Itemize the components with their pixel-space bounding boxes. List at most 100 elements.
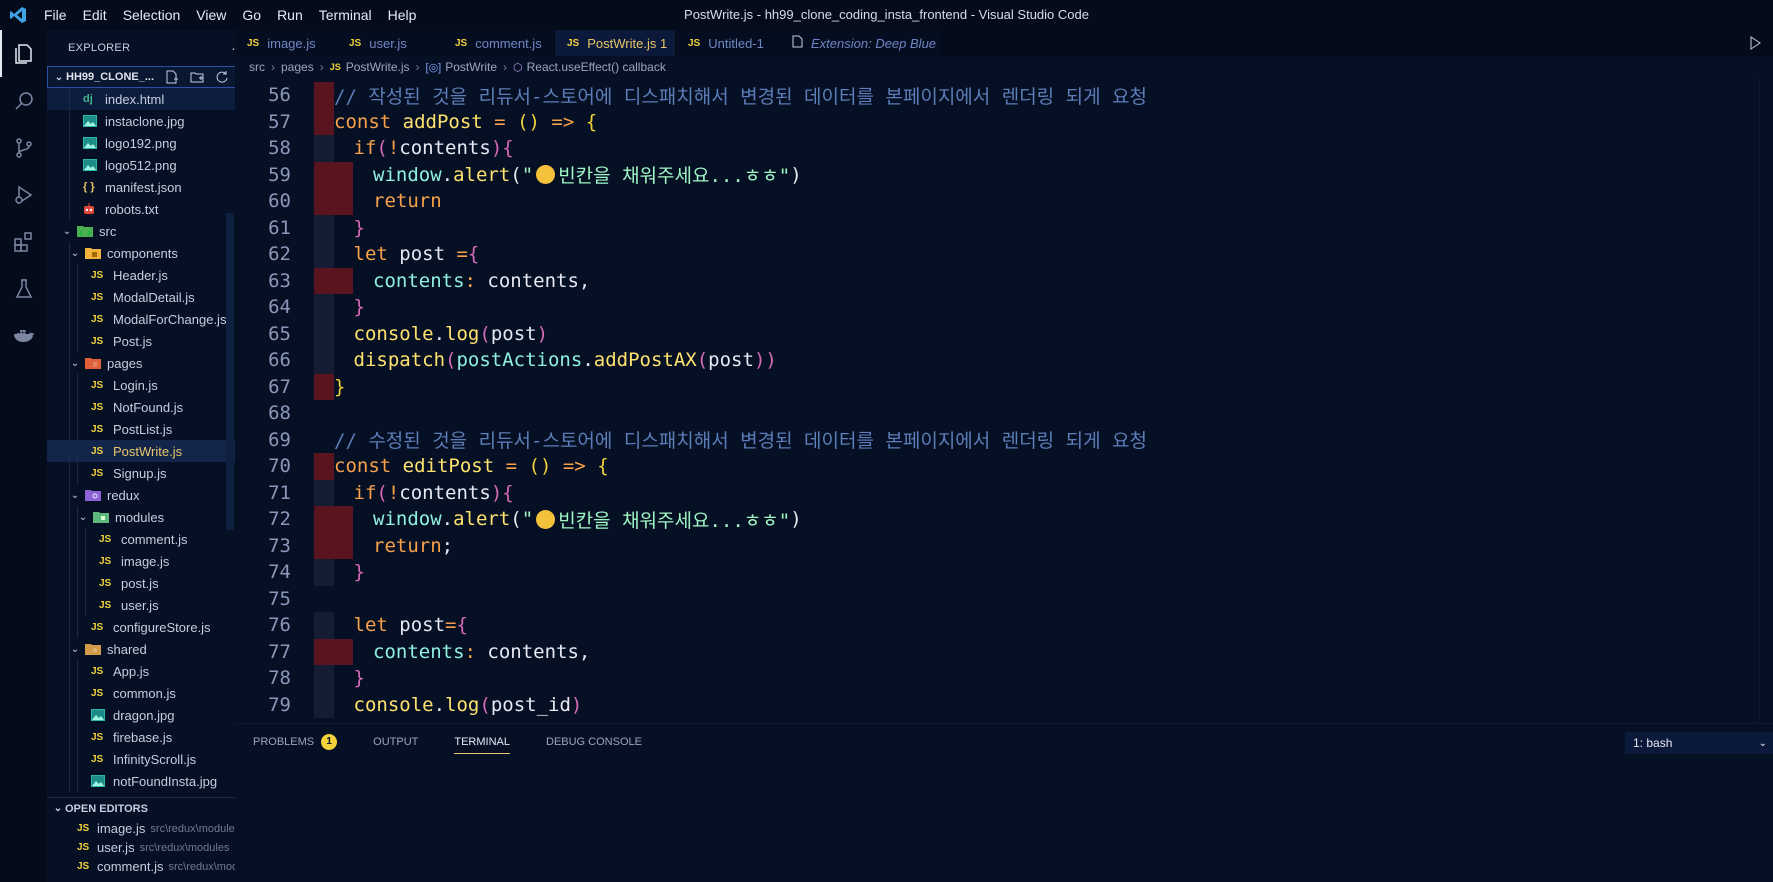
code-text: return [373,188,442,215]
tree-file-app-js[interactable]: JS App.js [47,660,264,682]
tab-image-js[interactable]: JS image.js [235,30,337,56]
tree-file-infinityscroll-js[interactable]: JS InfinityScroll.js [47,748,264,770]
js-file-icon: JS [91,269,104,281]
breadcrumb-callback[interactable]: React.useEffect() callback [527,60,666,74]
js-file-icon: JS [91,621,104,633]
js-file-icon: JS [77,842,90,853]
code-text: if(! contents){ [354,480,514,507]
code-text: console. log(post_id) [354,692,583,719]
docker-icon[interactable] [0,312,47,359]
tab-output[interactable]: OUTPUT [355,724,436,760]
explorer-icon[interactable] [0,30,47,77]
tree-file-notfoundinsta-jpg[interactable]: notFoundInsta.jpg [47,770,264,792]
code-token: const [334,110,403,133]
terminal-body[interactable] [235,759,1773,882]
code-line: 78} [235,665,1745,692]
tree-file-dragon-jpg[interactable]: dragon.jpg [47,704,264,726]
search-icon[interactable] [0,77,47,124]
problems-count-badge: 1 [321,733,338,750]
js-file-icon: JS [99,599,112,611]
open-editors-header[interactable]: ⌄ OPEN EDITORS [47,797,264,819]
code-line: 76 let post ={ [235,612,1745,639]
menu-file[interactable]: File [36,0,75,30]
code-token: editPost [402,455,495,478]
tree-file-firebase-js[interactable]: JS firebase.js [47,726,264,748]
code-text: let post ={ [354,241,480,268]
breadcrumb-symbol[interactable]: PostWrite [445,60,497,74]
open-editor-item[interactable]: JS image.js src\redux\modules [47,819,264,838]
code-text: } [334,374,345,401]
code-token: = [505,455,518,478]
tree-file-comment-js[interactable]: JS comment.js [47,528,264,550]
tree-file-logo192-png[interactable]: logo192.png [47,132,264,154]
tree-file-user-js[interactable]: JS user.js [47,594,264,616]
tree-file-configurestore-js[interactable]: JS configureStore.js [47,616,264,638]
code-token: : [464,269,476,292]
breadcrumb-pages[interactable]: pages [281,60,314,74]
code-token: return [373,190,442,213]
tree-folder-shared[interactable]: ⌄ shared [47,638,264,660]
open-editors-title: OPEN EDITORS [65,802,148,815]
indent-guide [333,506,353,533]
code-token: if [353,481,377,504]
breadcrumb-src[interactable]: src [249,60,265,74]
code-token: => [562,455,586,478]
tab-untitled-1[interactable]: JS Untitled-1 [676,30,780,56]
sidebar-scrollbar[interactable] [226,213,234,530]
chevron-down-icon: ⌄ [54,71,64,83]
tree-file-instaclone-jpg[interactable]: instaclone.jpg [47,110,264,132]
menu-help[interactable]: Help [380,0,425,30]
workspace-folder-header[interactable]: ⌄ HH99_CLONE_... [47,66,264,88]
line-number: 57 [268,110,291,133]
tab-comment-js[interactable]: JS comment.js [443,30,555,56]
open-editor-item[interactable]: JS user.js src\redux\modules [47,838,264,857]
tree-file-index-html[interactable]: dj index.html [47,88,264,110]
run-debug-icon[interactable] [0,171,47,218]
tab-postwrite-js-1[interactable]: JSPostWrite.js 1× [555,30,685,56]
code-editor[interactable]: 56 // 작성된 것을 리듀서-스토어에 디스패치해서 변경된 데이터를 본페이… [235,78,1773,723]
menu-view[interactable]: View [188,0,234,30]
tree-file-common-js[interactable]: JS common.js [47,682,264,704]
code-line: 71 if(! contents){ [235,479,1745,507]
code-token: ) [790,508,802,531]
menu-go[interactable]: Go [234,0,269,30]
run-code-icon[interactable] [1737,30,1773,56]
tree-file-manifest-json[interactable]: { } manifest.json [47,176,264,198]
testing-icon[interactable] [0,265,47,312]
js-file-icon: JS [99,555,112,567]
extensions-icon[interactable] [0,218,47,265]
indent-guide [333,161,353,188]
code-token: " [521,508,534,531]
terminal-select[interactable]: 1: bash ⌄ [1625,732,1773,754]
new-folder-icon[interactable] [189,69,205,85]
menu-edit[interactable]: Edit [75,0,115,30]
line-number: 76 [268,614,291,637]
code-token: post [399,614,446,637]
source-control-icon[interactable] [0,124,47,171]
tab-extension-deep-blue[interactable]: Extension: Deep Blue [780,30,940,56]
menu-run[interactable]: Run [269,0,311,30]
open-editor-path: src\redux\modules [139,841,230,854]
tab-user-js[interactable]: JS user.js [337,30,443,56]
new-file-icon[interactable] [164,69,180,85]
breadcrumb-file[interactable]: PostWrite.js [346,60,410,74]
tab-debug-console[interactable]: DEBUG CONSOLE [528,724,660,760]
tree-file-logo512-png[interactable]: logo512.png [47,154,264,176]
code-token: : [464,640,476,663]
open-editor-item[interactable]: JS comment.js src\redux\mod... [47,857,264,876]
tab-terminal[interactable]: TERMINAL [436,724,528,760]
line-number: 75 [268,587,291,610]
code-text: window. alert(" 빈칸을 채워주세요...ㅎㅎ") [373,506,802,533]
code-text: if(! contents){ [354,135,514,162]
refresh-icon[interactable] [214,69,230,85]
tree-file-post-js[interactable]: JS post.js [47,572,264,594]
menu-selection[interactable]: Selection [115,0,189,30]
menu-terminal[interactable]: Terminal [311,0,380,30]
code-token: { [585,110,598,133]
tab-problems[interactable]: PROBLEMS 1 [235,724,355,760]
js-file-icon: JS [77,823,90,834]
editor-scrollbar[interactable] [1759,78,1773,723]
tree-file-image-js[interactable]: JS image.js [47,550,264,572]
